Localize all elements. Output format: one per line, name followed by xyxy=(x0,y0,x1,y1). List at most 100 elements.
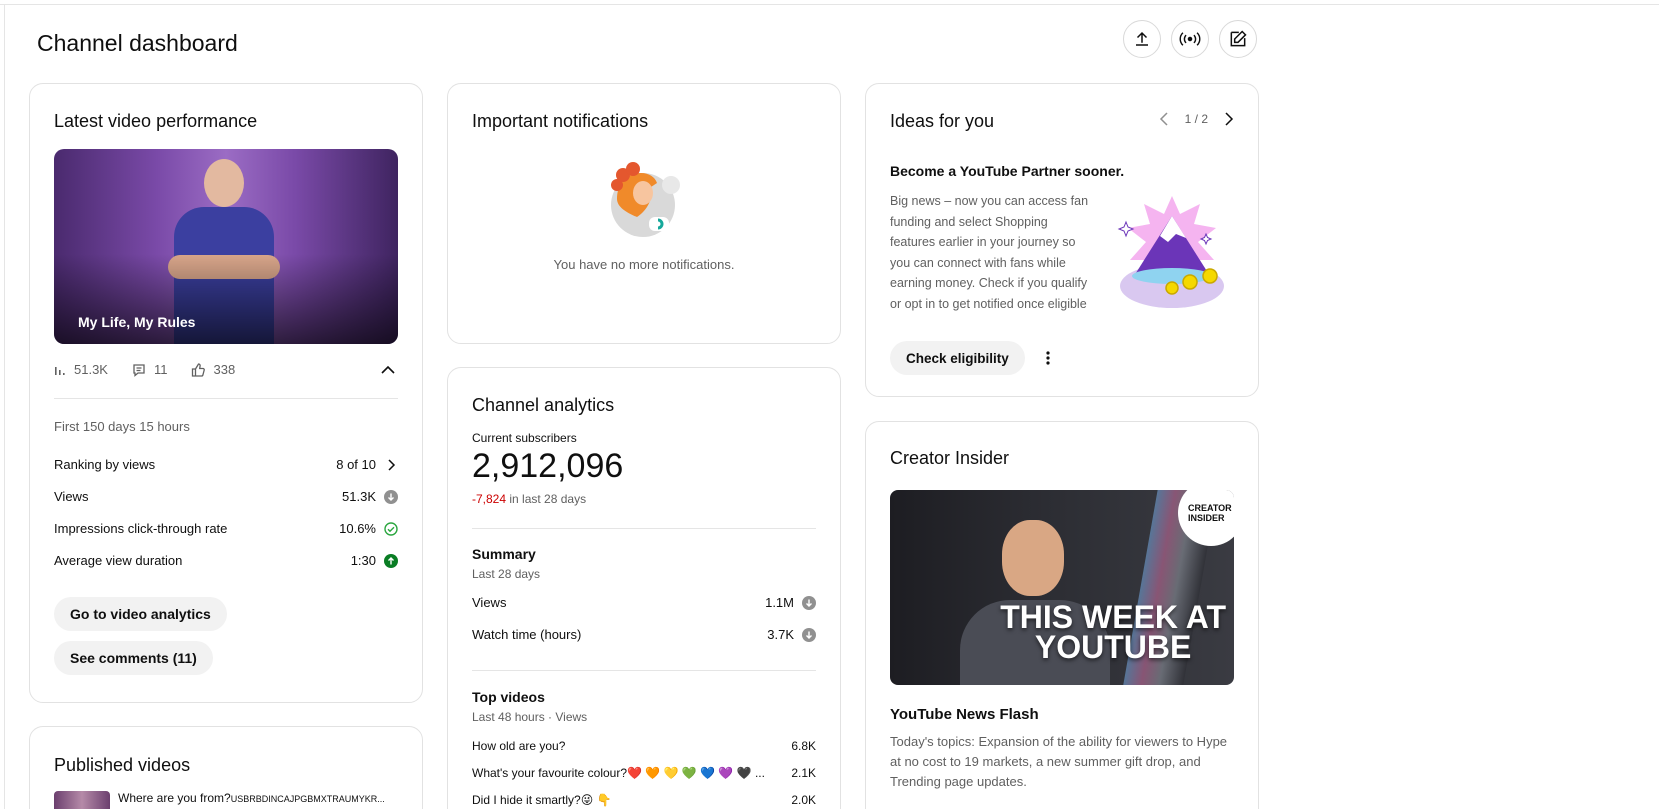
thumbnail-headline-line2: YOUTUBE xyxy=(1034,629,1192,665)
mountain-coins-illustration xyxy=(1117,196,1224,308)
upload-icon xyxy=(1136,31,1148,46)
thumbs-up-icon xyxy=(192,362,206,377)
ideas-body: Big news – now you can access fan fundin… xyxy=(890,194,1089,311)
arrow-down-circle-icon xyxy=(802,595,816,610)
summary-row-views: Views 1.1M xyxy=(472,595,816,610)
top-video-row[interactable]: What's your favourite colour?❤️ 🧡 💛 💚 💙 … xyxy=(472,766,816,780)
upload-button[interactable] xyxy=(1123,20,1161,58)
divider xyxy=(472,528,816,529)
metric-value: 10.6% xyxy=(339,521,376,536)
creator-insider-thumbnail[interactable]: CREATOR INSIDER THIS WEEK AT YOUTUBE xyxy=(890,490,1234,685)
top-video-title: How old are you? xyxy=(472,739,566,753)
metric-value: 8 of 10 xyxy=(336,457,376,472)
thumbnail-headline: THIS WEEK AT YOUTUBE xyxy=(1000,599,1226,665)
top-videos-period: Last 48 hours · Views xyxy=(472,710,588,724)
go-to-video-analytics-button[interactable]: Go to video analytics xyxy=(54,597,227,631)
summary-period: Last 28 days xyxy=(472,567,541,581)
empty-notifications-text: You have no more notifications. xyxy=(553,257,735,272)
metric-label: Ranking by views xyxy=(54,457,156,472)
see-comments-button[interactable]: See comments (11) xyxy=(54,641,213,675)
go-live-button[interactable] xyxy=(1171,20,1209,58)
latest-video-card: Latest video performance My Life, My Rul… xyxy=(29,83,423,703)
badge-line1: CREATOR xyxy=(1188,503,1232,513)
metric-value: 1:30 xyxy=(350,553,376,568)
published-video-thumb[interactable] xyxy=(54,791,110,809)
notifications-title: Important notifications xyxy=(472,111,649,131)
bar-chart-icon xyxy=(55,366,65,375)
top-border xyxy=(0,0,1659,5)
pager-text: 1 / 2 xyxy=(1184,112,1208,126)
creator-insider-description: Today's topics: Expansion of the ability… xyxy=(890,734,1228,789)
likes-stat: 338 xyxy=(191,362,235,377)
check-eligibility-button[interactable]: Check eligibility xyxy=(890,341,1025,375)
chevron-left-icon[interactable] xyxy=(1159,112,1171,126)
ideas-title: Ideas for you xyxy=(890,111,995,131)
subscriber-count: 2,912,096 xyxy=(472,447,624,485)
period-label: First 150 days 15 hours xyxy=(54,419,190,434)
metric-label: Views xyxy=(54,489,89,504)
ideas-card: Ideas for you 1 / 2 Become a YouTube Par… xyxy=(865,83,1259,397)
top-video-row[interactable]: How old are you? 6.8K xyxy=(472,739,816,753)
arrow-down-circle-icon xyxy=(802,627,816,642)
chevron-right-icon[interactable] xyxy=(1222,112,1234,126)
thumbnail-headline-line1: THIS WEEK AT xyxy=(1000,599,1226,635)
notifications-illustration xyxy=(603,159,687,243)
summary-value: 1.1M xyxy=(765,595,794,610)
top-video-value: 2.0K xyxy=(791,793,816,807)
published-videos-title: Published videos xyxy=(54,755,191,775)
views-count: 51.3K xyxy=(74,362,108,377)
header-actions xyxy=(1123,20,1257,58)
metric-row-avg-duration: Average view duration 1:30 xyxy=(54,553,398,568)
more-vert-icon xyxy=(1046,351,1050,365)
subscriber-change-value: -7,824 xyxy=(472,492,507,506)
arrow-down-circle-icon xyxy=(384,489,398,504)
more-options-button[interactable] xyxy=(1036,346,1060,370)
notifications-card: Important notifications You have no more… xyxy=(447,83,841,344)
top-video-title: Did I hide it smartly?😜 👇 xyxy=(472,793,612,807)
chevron-up-icon xyxy=(381,365,395,374)
video-thumbnail[interactable]: My Life, My Rules xyxy=(54,149,398,344)
creator-insider-card: Creator Insider CREATOR INSIDER THIS WEE… xyxy=(865,421,1259,809)
views-stat: 51.3K xyxy=(54,362,108,377)
subscriber-change-period: in last 28 days xyxy=(509,492,587,506)
summary-title: Summary xyxy=(472,546,536,562)
divider xyxy=(472,670,816,671)
summary-value: 3.7K xyxy=(767,627,794,642)
metric-value: 51.3K xyxy=(342,489,376,504)
arrow-up-circle-icon xyxy=(384,553,398,568)
channel-analytics-card: Channel analytics Current subscribers 2,… xyxy=(447,367,841,809)
page-title: Channel dashboard xyxy=(37,30,238,56)
published-video-title: Where are you from? xyxy=(118,791,231,805)
empty-notifications-illustration xyxy=(611,162,680,237)
collapse-button[interactable] xyxy=(378,359,398,379)
comment-icon xyxy=(133,363,145,377)
creator-insider-video-title[interactable]: YouTube News Flash xyxy=(890,706,1039,723)
creator-insider-title: Creator Insider xyxy=(890,448,1010,468)
check-circle-icon xyxy=(384,521,398,536)
channel-analytics-title: Channel analytics xyxy=(472,395,615,415)
metric-row-views: Views 51.3K xyxy=(54,489,398,504)
metric-label: Impressions click-through rate xyxy=(54,521,228,536)
chevron-right-icon xyxy=(388,458,396,471)
live-icon xyxy=(1179,32,1201,46)
published-video-tag: USBRBDINCAJPGBMXTRAUMYKR... xyxy=(230,794,385,804)
metric-label: Average view duration xyxy=(54,553,183,568)
subscribers-label: Current subscribers xyxy=(472,431,577,445)
comments-count: 11 xyxy=(153,362,168,377)
top-video-row[interactable]: Did I hide it smartly?😜 👇 2.0K xyxy=(472,793,816,807)
metric-row-ranking[interactable]: Ranking by views 8 of 10 xyxy=(54,457,398,472)
published-video-item[interactable]: Where are you from?USBRBDINCAJPGBMXTRAUM… xyxy=(118,791,385,805)
top-video-value: 6.8K xyxy=(791,739,816,753)
latest-video-title: Latest video performance xyxy=(54,111,258,131)
subscriber-change: -7,824 in last 28 days xyxy=(472,492,586,506)
thumbnail-video-title: My Life, My Rules xyxy=(78,314,196,330)
create-post-button[interactable] xyxy=(1219,20,1257,58)
summary-label: Views xyxy=(472,595,507,610)
create-post-icon xyxy=(1230,30,1247,47)
video-stats: 51.3K 11 338 xyxy=(54,362,235,377)
top-video-title: What's your favourite colour?❤️ 🧡 💛 💚 💙 … xyxy=(472,766,765,780)
divider xyxy=(54,398,398,399)
left-border xyxy=(4,5,5,809)
badge-line2: INSIDER xyxy=(1188,513,1225,523)
partner-illustration xyxy=(1114,194,1230,310)
